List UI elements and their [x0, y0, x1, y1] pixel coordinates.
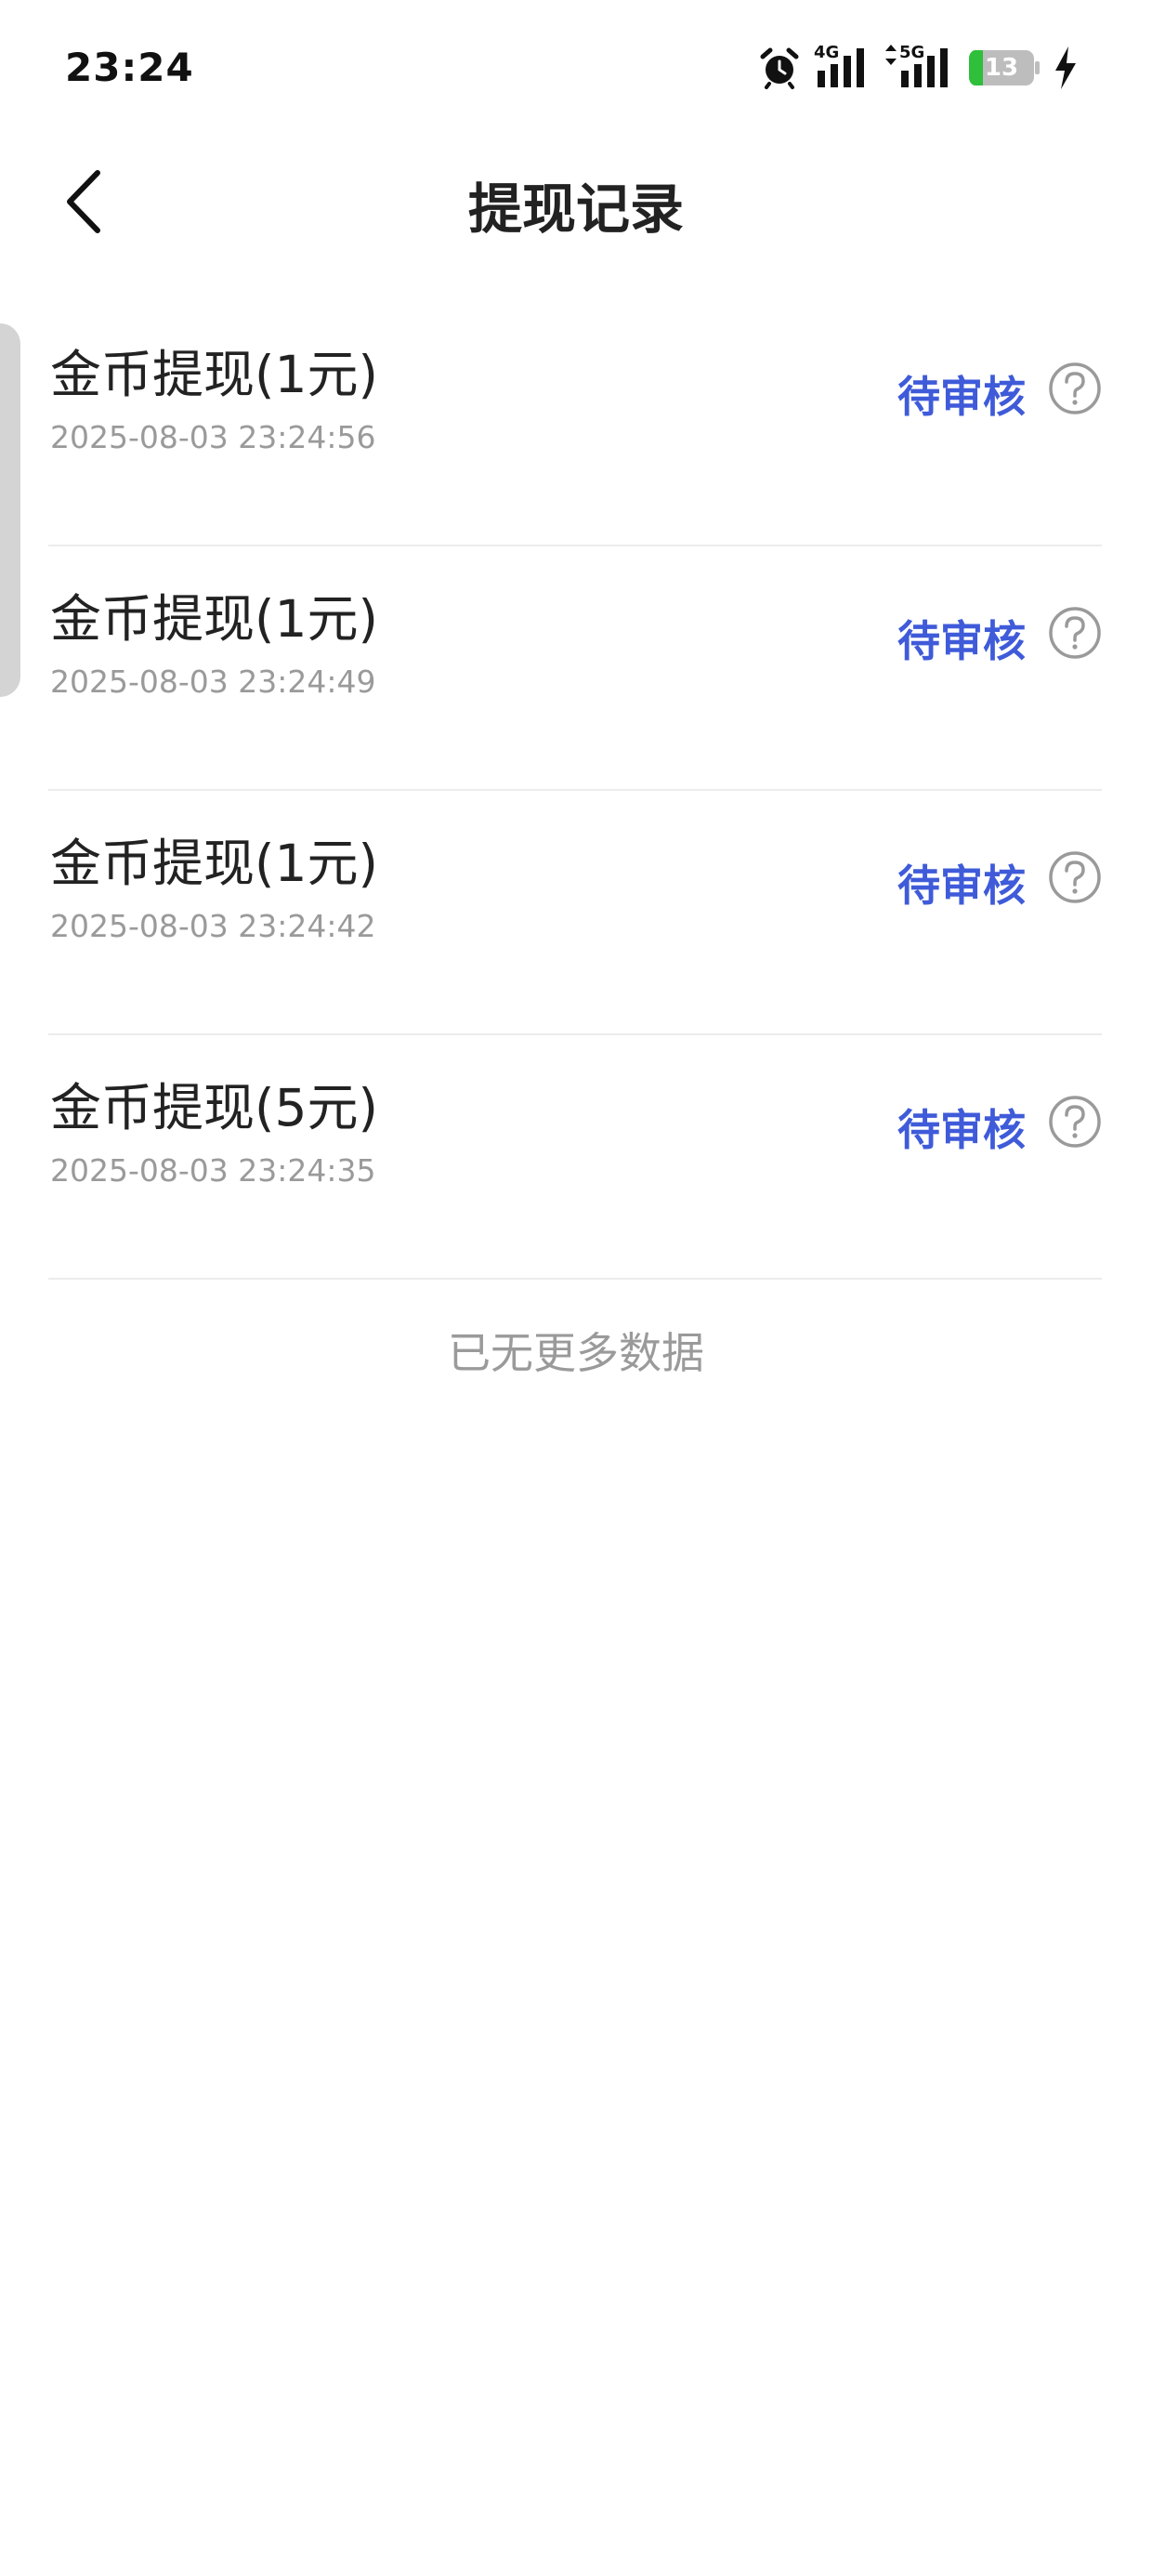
record-title: 金币提现(1元): [50, 589, 378, 649]
help-icon[interactable]: [1048, 606, 1102, 660]
record-status: 待审核: [897, 372, 1026, 422]
record-time: 2025-08-03 23:24:56: [50, 419, 376, 455]
signal-5g-icon: 5G: [884, 43, 955, 89]
withdrawal-record-list: 金币提现(1元) 2025-08-03 23:24:56 待审核 金币提现(1元…: [48, 302, 1102, 1280]
record-title: 金币提现(5元): [50, 1078, 378, 1137]
record-time: 2025-08-03 23:24:49: [50, 664, 376, 700]
record-time: 2025-08-03 23:24:42: [50, 908, 376, 944]
record-title: 金币提现(1元): [50, 345, 378, 404]
help-icon[interactable]: [1048, 361, 1102, 415]
record-item: 金币提现(1元) 2025-08-03 23:24:56 待审核: [48, 302, 1102, 546]
record-item: 金币提现(5元) 2025-08-03 23:24:35 待审核: [48, 1035, 1102, 1280]
help-icon[interactable]: [1048, 850, 1102, 904]
status-time: 23:24: [65, 45, 194, 90]
record-status: 待审核: [897, 861, 1026, 911]
alarm-icon: [760, 47, 799, 89]
record-item: 金币提现(1元) 2025-08-03 23:24:49 待审核: [48, 546, 1102, 791]
no-more-data-text: 已无更多数据: [448, 1328, 704, 1378]
record-status: 待审核: [897, 616, 1026, 666]
status-bar: 23:24 4G 5G 13: [0, 0, 1152, 130]
side-drawer-handle[interactable]: [0, 323, 20, 697]
app-root: 23:24 4G 5G 13 提现记录 金币提现(1元) 2025-08-03 …: [0, 0, 1152, 2576]
record-status: 待审核: [897, 1105, 1026, 1155]
record-time: 2025-08-03 23:24:35: [50, 1152, 376, 1189]
record-item: 金币提现(1元) 2025-08-03 23:24:42 待审核: [48, 791, 1102, 1035]
record-title: 金币提现(1元): [50, 834, 378, 893]
nav-bar: 提现记录: [0, 139, 1152, 269]
status-icons: 4G 5G 13: [758, 43, 1078, 91]
battery-icon: 13: [968, 49, 1041, 86]
charging-icon: [1055, 46, 1076, 89]
page-title: 提现记录: [467, 177, 684, 241]
battery-level: 13: [984, 54, 1019, 82]
signal-4g-icon: 4G: [814, 43, 871, 89]
help-icon[interactable]: [1048, 1095, 1102, 1149]
